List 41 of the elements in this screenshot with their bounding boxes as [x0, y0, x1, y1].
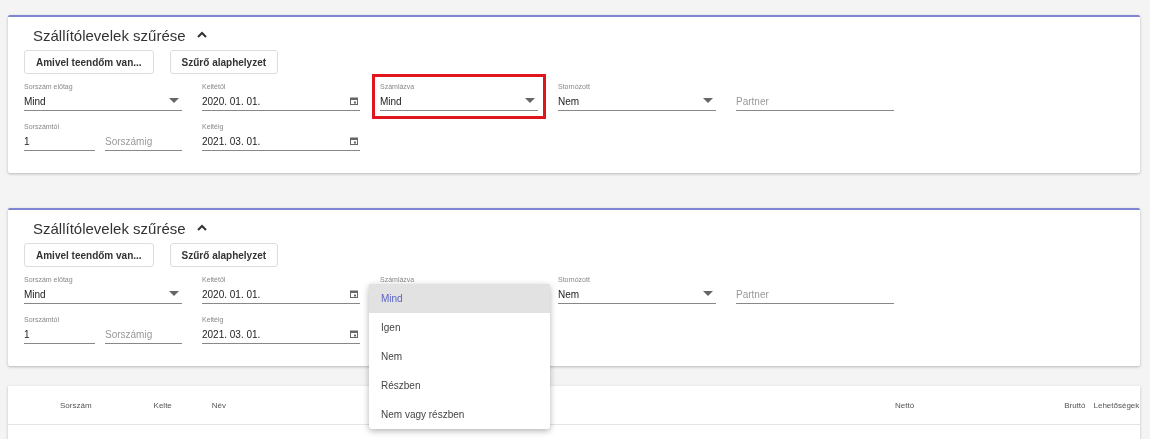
- field-value: 1: [24, 135, 30, 147]
- calendar-icon: [350, 97, 358, 105]
- calendar-icon: [350, 290, 358, 298]
- caret-icon: [703, 98, 713, 104]
- field-value: Mind: [24, 288, 46, 300]
- menu-item[interactable]: Mind: [369, 284, 550, 313]
- field-value: 1: [24, 328, 30, 340]
- menu-item[interactable]: Részben: [369, 371, 550, 400]
- menu-item[interactable]: Igen: [369, 313, 550, 342]
- field-placeholder: Partner: [736, 95, 769, 107]
- field-value: Nem: [558, 95, 580, 107]
- calendar-icon: [350, 137, 358, 145]
- field-value: 2020. 01. 01.: [202, 95, 261, 107]
- field-value: Nem: [558, 288, 580, 300]
- field-value: 2021. 03. 01.: [202, 328, 261, 340]
- column-header: Sorszám: [60, 400, 92, 410]
- caret-icon: [525, 98, 535, 104]
- field-placeholder: Sorszámig: [105, 135, 153, 147]
- menu-item[interactable]: Nem vagy részben: [369, 400, 550, 429]
- column-header: Lehetőségek: [1093, 400, 1140, 410]
- field-value: 2021. 03. 01.: [202, 135, 261, 147]
- menu-item[interactable]: Nem: [369, 342, 550, 371]
- filter-button[interactable]: Szűrő alaphelyzet: [169, 50, 279, 74]
- column-header: Nettó: [895, 400, 915, 410]
- panel-title: Szállítólevelek szűrése: [33, 219, 186, 237]
- column-header: Bruttó: [1064, 400, 1086, 410]
- column-header: Név: [211, 400, 227, 410]
- caret-icon: [703, 291, 713, 297]
- field-placeholder: Sorszámig: [105, 328, 153, 340]
- column-header: Kelte: [153, 400, 172, 410]
- field-value: Mind: [24, 95, 46, 107]
- filter-button[interactable]: Szűrő alaphelyzet: [169, 243, 279, 267]
- filter-button[interactable]: Amivel teendőm van...: [24, 243, 154, 267]
- panel-title: Szállítólevelek szűrése: [33, 26, 186, 44]
- field-value: Mind: [380, 95, 402, 107]
- caret-icon: [169, 291, 179, 297]
- field-placeholder: Partner: [736, 288, 769, 300]
- caret-icon: [169, 98, 179, 104]
- field-value: 2020. 01. 01.: [202, 288, 261, 300]
- filter-button[interactable]: Amivel teendőm van...: [24, 50, 154, 74]
- calendar-icon: [350, 330, 358, 338]
